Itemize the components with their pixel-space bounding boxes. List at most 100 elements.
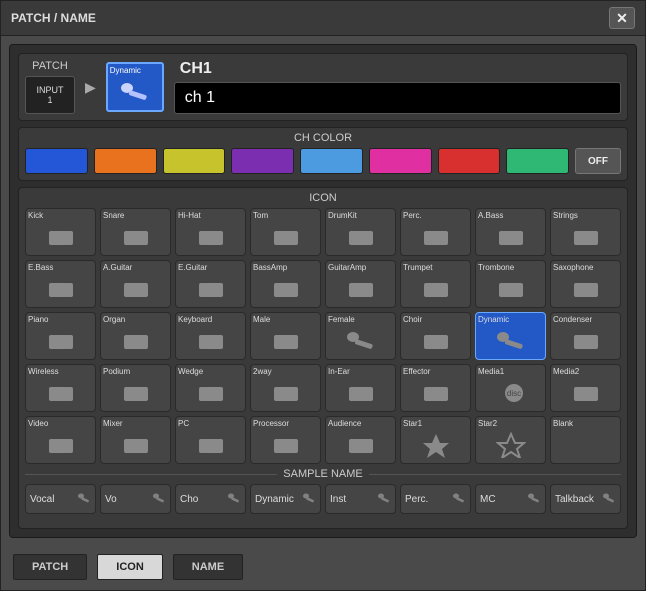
- icon-piano[interactable]: Piano: [25, 312, 96, 360]
- media1-icon: disc: [478, 376, 543, 409]
- icon-strings[interactable]: Strings: [550, 208, 621, 256]
- color-swatch-0[interactable]: [25, 148, 88, 174]
- icon-2way[interactable]: 2way: [250, 364, 321, 412]
- color-swatch-4[interactable]: [300, 148, 363, 174]
- mic-icon: [377, 492, 391, 506]
- hi-hat-icon: [178, 220, 243, 253]
- icon-label: Perc.: [403, 211, 468, 220]
- icon-organ[interactable]: Organ: [100, 312, 171, 360]
- icon-star2[interactable]: Star2: [475, 416, 546, 464]
- tab-patch[interactable]: PATCH: [13, 554, 87, 580]
- strings-icon: [553, 220, 618, 253]
- icon-e-bass[interactable]: E.Bass: [25, 260, 96, 308]
- icon-label: E.Bass: [28, 263, 93, 272]
- a-guitar-icon: [103, 272, 168, 305]
- mic-icon: [527, 492, 541, 506]
- icon-label: Video: [28, 419, 93, 428]
- icon-in-ear[interactable]: In-Ear: [325, 364, 396, 412]
- window-title: PATCH / NAME: [11, 11, 96, 25]
- close-button[interactable]: ✕: [609, 7, 635, 29]
- sample-dynamic[interactable]: Dynamic: [250, 484, 321, 514]
- icon-bassamp[interactable]: BassAmp: [250, 260, 321, 308]
- color-off-button[interactable]: OFF: [575, 148, 621, 174]
- icon-hi-hat[interactable]: Hi-Hat: [175, 208, 246, 256]
- icon-podium[interactable]: Podium: [100, 364, 171, 412]
- mixer-icon: [103, 428, 168, 461]
- icon-snare[interactable]: Snare: [100, 208, 171, 256]
- mic-icon: [602, 492, 616, 506]
- icon-label: Organ: [103, 315, 168, 324]
- channel-name-input[interactable]: [174, 82, 621, 114]
- icon-condenser[interactable]: Condenser: [550, 312, 621, 360]
- wireless-icon: [28, 376, 93, 409]
- color-swatch-6[interactable]: [438, 148, 501, 174]
- color-swatch-3[interactable]: [231, 148, 294, 174]
- icon-pc[interactable]: PC: [175, 416, 246, 464]
- icon-processor[interactable]: Processor: [250, 416, 321, 464]
- icon-drumkit[interactable]: DrumKit: [325, 208, 396, 256]
- icon-female[interactable]: Female: [325, 312, 396, 360]
- icon-keyboard[interactable]: Keyboard: [175, 312, 246, 360]
- icon-preview[interactable]: Dynamic: [106, 62, 164, 112]
- wedge-icon: [178, 376, 243, 409]
- icon-a-guitar[interactable]: A.Guitar: [100, 260, 171, 308]
- tab-icon[interactable]: ICON: [97, 554, 163, 580]
- kick-icon: [28, 220, 93, 253]
- icon-label: Male: [253, 315, 318, 324]
- mic-icon: [227, 492, 241, 506]
- icon-audience[interactable]: Audience: [325, 416, 396, 464]
- e-bass-icon: [28, 272, 93, 305]
- icon-label: Blank: [553, 419, 618, 428]
- icon-male[interactable]: Male: [250, 312, 321, 360]
- icon-mixer[interactable]: Mixer: [100, 416, 171, 464]
- icon-choir[interactable]: Choir: [400, 312, 471, 360]
- close-icon: ✕: [616, 10, 628, 27]
- bassamp-icon: [253, 272, 318, 305]
- sample-inst[interactable]: Inst: [325, 484, 396, 514]
- icon-e-guitar[interactable]: E.Guitar: [175, 260, 246, 308]
- mic-icon: [452, 492, 466, 506]
- icon-wireless[interactable]: Wireless: [25, 364, 96, 412]
- icon-preview-label: Dynamic: [110, 66, 160, 75]
- sample-talkback[interactable]: Talkback: [550, 484, 621, 514]
- sample-vocal[interactable]: Vocal: [25, 484, 96, 514]
- sample-label: Inst: [330, 494, 346, 505]
- icon-kick[interactable]: Kick: [25, 208, 96, 256]
- sample-mc[interactable]: MC: [475, 484, 546, 514]
- color-swatch-5[interactable]: [369, 148, 432, 174]
- sample-cho[interactable]: Cho: [175, 484, 246, 514]
- patch-input-button[interactable]: INPUT 1: [25, 76, 75, 114]
- audience-icon: [328, 428, 393, 461]
- icon-perc-[interactable]: Perc.: [400, 208, 471, 256]
- icon-media1[interactable]: Media1disc: [475, 364, 546, 412]
- icon-media2[interactable]: Media2: [550, 364, 621, 412]
- color-swatch-1[interactable]: [94, 148, 157, 174]
- tab-name[interactable]: NAME: [173, 554, 243, 580]
- icon-trombone[interactable]: Trombone: [475, 260, 546, 308]
- color-swatch-2[interactable]: [163, 148, 226, 174]
- sample-perc-[interactable]: Perc.: [400, 484, 471, 514]
- condenser-icon: [553, 324, 618, 357]
- icon-effector[interactable]: Effector: [400, 364, 471, 412]
- color-swatch-7[interactable]: [506, 148, 569, 174]
- ch-color-section: CH COLOR OFF: [18, 127, 628, 181]
- svg-text:disc: disc: [506, 389, 520, 398]
- icon-saxophone[interactable]: Saxophone: [550, 260, 621, 308]
- icon-label: Female: [328, 315, 393, 324]
- icon-label: Trombone: [478, 263, 543, 272]
- icon-trumpet[interactable]: Trumpet: [400, 260, 471, 308]
- icon-tom[interactable]: Tom: [250, 208, 321, 256]
- star1-icon: [403, 428, 468, 461]
- keyboard-icon: [178, 324, 243, 357]
- icon-label: Kick: [28, 211, 93, 220]
- footer-tabs: PATCH ICON NAME: [1, 546, 645, 590]
- icon-wedge[interactable]: Wedge: [175, 364, 246, 412]
- icon-a-bass[interactable]: A.Bass: [475, 208, 546, 256]
- icon-star1[interactable]: Star1: [400, 416, 471, 464]
- icon-guitaramp[interactable]: GuitarAmp: [325, 260, 396, 308]
- icon-video[interactable]: Video: [25, 416, 96, 464]
- icon-blank[interactable]: Blank: [550, 416, 621, 464]
- effector-icon: [403, 376, 468, 409]
- sample-vo[interactable]: Vo: [100, 484, 171, 514]
- icon-dynamic[interactable]: Dynamic: [475, 312, 546, 360]
